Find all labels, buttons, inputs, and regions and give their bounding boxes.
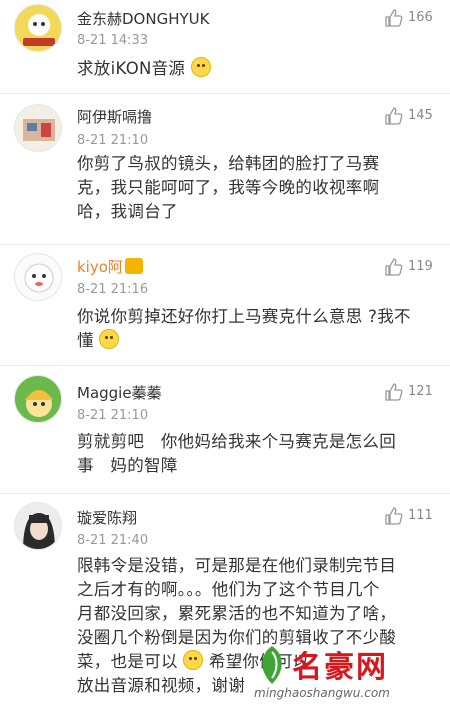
like-button[interactable]: 111 <box>384 506 444 526</box>
divider <box>0 244 450 245</box>
comment-text-line-wrap: 懂 <box>77 329 433 353</box>
comment-text-line: 哈，我调台了 <box>77 202 178 221</box>
crying-face-icon <box>190 57 211 77</box>
comment-text-line: 克，我只能呵呵了，我等今晚的收视率啊 <box>77 178 380 197</box>
thumbs-up-icon <box>385 507 403 525</box>
comment-text-line: 你剪了鸟叔的镜头，给韩团的脸打了马赛 <box>77 154 380 173</box>
username-text: kiyo阿 <box>77 258 123 276</box>
thumbs-up-icon <box>385 107 403 125</box>
like-button[interactable]: 166 <box>384 8 444 28</box>
site-watermark: 名豪网 minghaoshangwu.com <box>254 638 444 702</box>
username[interactable]: 阿伊斯嗝撸 <box>77 108 152 126</box>
timestamp: 8-21 14:33 <box>77 33 149 48</box>
comment-text: 你说你剪掉还好你打上马赛克什么意思 ?我不 懂 <box>77 305 433 353</box>
user-avatar[interactable] <box>14 375 62 423</box>
username[interactable]: Maggie蓁蓁 <box>77 384 162 402</box>
comment-text-line: 之后才有的啊。。。他们为了这个节目几个 <box>77 580 380 599</box>
watermark-url: minghaoshangwu.com <box>254 686 390 700</box>
timestamp: 8-21 21:10 <box>77 408 149 423</box>
comment-text-line: 限韩令是没错，可是那是在他们录制完节目 <box>77 556 397 575</box>
username[interactable]: 金东赫DONGHYUK <box>77 10 209 28</box>
comment-text-line: 菜，也是可以 <box>77 652 178 671</box>
comment-text: 剪就剪吧 你他妈给我来个马赛克是怎么回 事 妈的智障 <box>77 430 433 478</box>
watermark-brand: 名豪网 <box>292 650 388 685</box>
thumbs-up-icon <box>385 258 403 276</box>
like-count: 121 <box>408 384 433 399</box>
comment-text: 你剪了鸟叔的镜头，给韩团的脸打了马赛 克，我只能呵呵了，我等今晚的收视率啊 哈，… <box>77 152 433 224</box>
smile-face-icon <box>183 650 204 670</box>
thumbs-up-icon <box>385 383 403 401</box>
comment-text-line: 月都没回家，累死累活的也不知道为了啥， <box>77 604 397 623</box>
like-count: 111 <box>408 508 433 523</box>
leaf-logo-icon <box>262 646 282 684</box>
crown-badge-icon <box>124 258 143 274</box>
smile-face-icon <box>99 329 120 349</box>
like-count: 145 <box>408 108 433 123</box>
comment-text-line: 你说你剪掉还好你打上马赛克什么意思 ?我不 <box>77 307 411 326</box>
timestamp: 8-21 21:16 <box>77 282 149 297</box>
comment-text-line: 求放iKON音源 <box>77 59 186 78</box>
like-button[interactable]: 145 <box>384 106 444 126</box>
user-avatar[interactable] <box>14 4 62 52</box>
divider <box>0 365 450 366</box>
comment-text: 求放iKON音源 <box>77 57 433 81</box>
comment-text-line: 剪就剪吧 你他妈给我来个马赛克是怎么回 <box>77 432 397 451</box>
user-avatar[interactable] <box>14 104 62 152</box>
timestamp: 8-21 21:40 <box>77 533 149 548</box>
divider <box>0 93 450 94</box>
username[interactable]: 璇爱陈翔 <box>77 509 137 527</box>
like-button[interactable]: 119 <box>384 257 444 277</box>
timestamp: 8-21 21:10 <box>77 133 149 148</box>
divider <box>0 493 450 494</box>
username[interactable]: kiyo阿 <box>77 258 143 276</box>
like-count: 119 <box>408 259 433 274</box>
user-avatar[interactable] <box>14 253 62 301</box>
thumbs-up-icon <box>385 9 403 27</box>
comment-text-line: 事 妈的智障 <box>77 456 178 475</box>
like-count: 166 <box>408 10 433 25</box>
like-button[interactable]: 121 <box>384 382 444 402</box>
comment-text-line: 懂 <box>77 331 94 350</box>
user-avatar[interactable] <box>14 502 62 550</box>
